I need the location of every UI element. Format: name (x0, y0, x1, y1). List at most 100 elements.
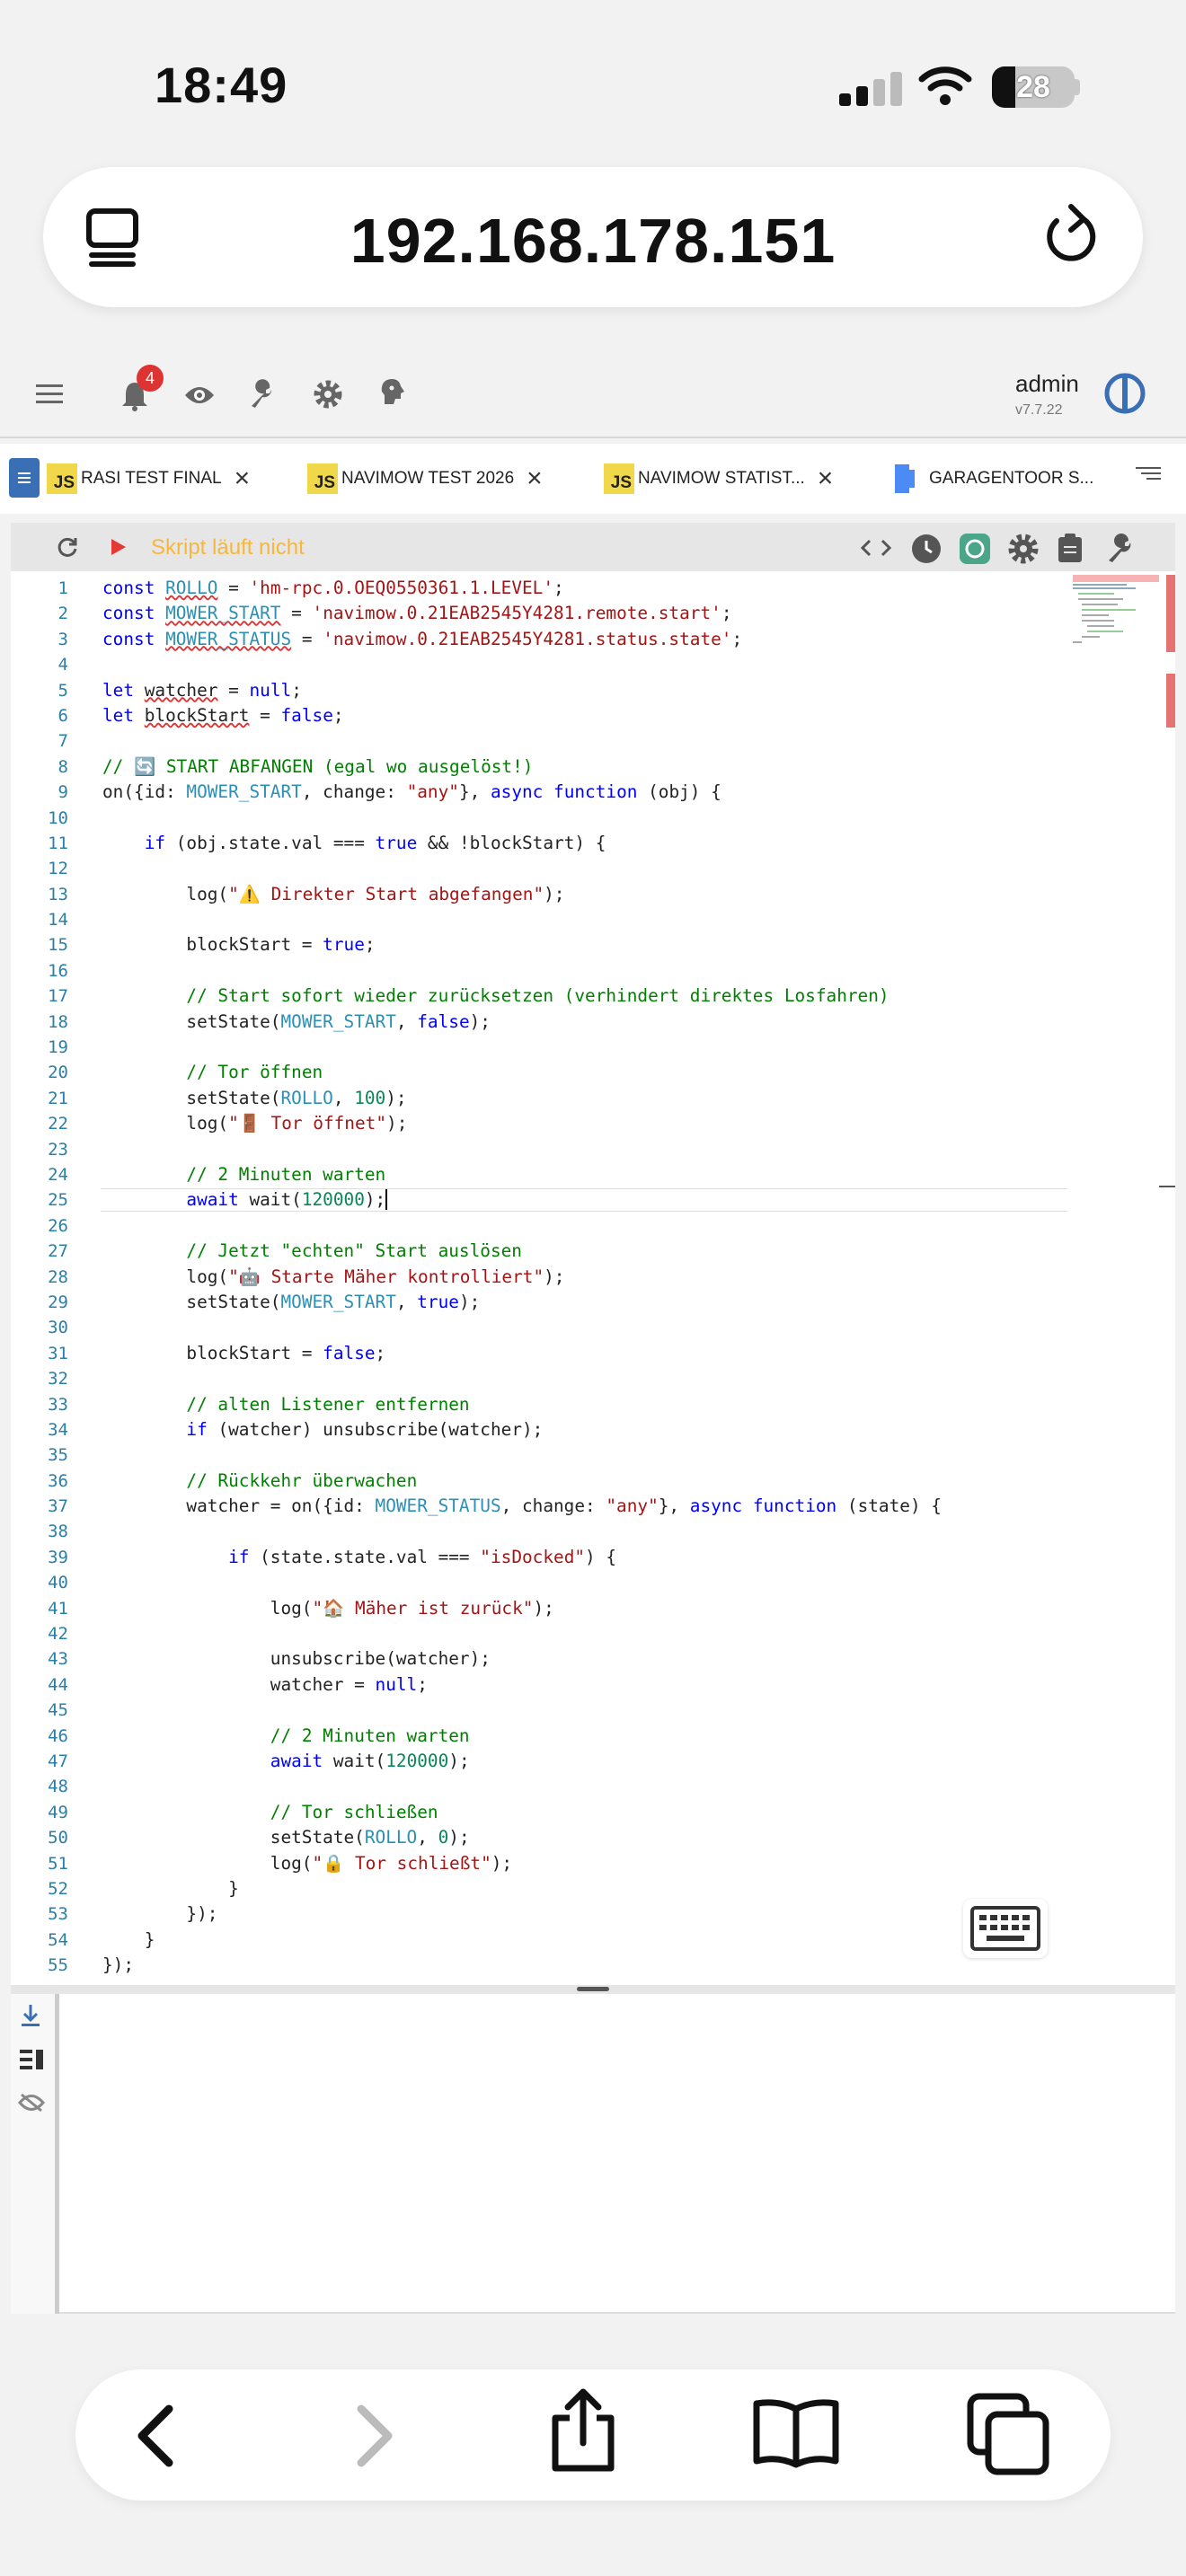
code-text[interactable]: }); (102, 1953, 134, 1978)
code-line[interactable]: 33 // alten Listener entfernen (11, 1392, 1071, 1417)
clipboard-icon[interactable] (1057, 532, 1084, 564)
code-text[interactable]: unsubscribe(watcher); (102, 1646, 491, 1672)
code-line[interactable]: 45 (11, 1698, 1071, 1723)
code-text[interactable]: log("🤖 Starte Mäher kontrolliert"); (102, 1265, 564, 1290)
code-line[interactable]: 1 const ROLLO = 'hm-rpc.0.OEQ0550361.1.LE… (11, 576, 1071, 601)
tab-menu-icon[interactable] (1136, 467, 1161, 485)
tab-garagentoor[interactable]: GARAGENTOOR S... (891, 458, 1093, 499)
code-line[interactable]: 11 if (obj.state.val === true && !blockS… (11, 831, 1071, 856)
code-line[interactable]: 13 log("⚠️ Direkter Start abgefangen"); (11, 882, 1071, 907)
code-text[interactable]: log("⚠️ Direkter Start abgefangen"); (102, 882, 564, 907)
tool-icon[interactable] (1103, 532, 1136, 564)
code-line[interactable]: 2 const MOWER_START = 'navimow.0.21EAB254… (11, 601, 1071, 626)
settings-icon[interactable] (1008, 534, 1039, 564)
code-icon[interactable] (861, 537, 891, 559)
code-line[interactable]: 30 (11, 1315, 1071, 1340)
code-line[interactable]: 15 blockStart = true; (11, 932, 1071, 957)
tab-rasi-test-final[interactable]: JS RASI TEST FINAL × (47, 458, 250, 499)
code-line[interactable]: 34 if (watcher) unsubscribe(watcher); (11, 1417, 1071, 1442)
code-line[interactable]: 41 log("🏠 Mäher ist zurück"); (11, 1596, 1071, 1621)
code-line[interactable]: 39 if (state.state.val === "isDocked") { (11, 1545, 1071, 1570)
code-line[interactable]: 46 // 2 Minuten warten (11, 1724, 1071, 1749)
chatgpt-icon[interactable] (960, 534, 990, 564)
bookmarks-icon[interactable] (751, 2396, 841, 2470)
code-line[interactable]: 22 log("🚪 Tor öffnet"); (11, 1111, 1071, 1136)
code-text[interactable]: // Tor öffnen (102, 1060, 323, 1085)
code-text[interactable]: // Rückkehr überwachen (102, 1469, 417, 1494)
eye-off-icon[interactable] (18, 2093, 45, 2113)
code-line[interactable]: 25 await wait(120000); (11, 1187, 1071, 1213)
code-line[interactable]: 24 // 2 Minuten warten (11, 1162, 1071, 1187)
code-line[interactable]: 5 let watcher = null; (11, 678, 1071, 703)
code-line[interactable]: 55}); (11, 1953, 1071, 1978)
code-text[interactable]: setState(MOWER_START, true); (102, 1290, 480, 1315)
code-line[interactable]: 21 setState(ROLLO, 100); (11, 1086, 1071, 1111)
code-line[interactable]: 4 (11, 652, 1071, 677)
reload-page-icon[interactable] (1044, 201, 1100, 266)
url-text[interactable]: 192.168.178.151 (0, 205, 1186, 277)
tab-navimow-statistik[interactable]: JS NAVIMOW STATIST... × (604, 458, 833, 499)
code-text[interactable]: setState(ROLLO, 0); (102, 1825, 470, 1850)
menu-icon[interactable] (36, 384, 63, 404)
code-line[interactable]: 53 }); (11, 1901, 1071, 1927)
code-line[interactable]: 6 let blockStart = false; (11, 703, 1071, 728)
code-line[interactable]: 8 // 🔄 START ABFANGEN (egal wo ausgelöst!… (11, 754, 1071, 780)
code-line[interactable]: 20 // Tor öffnen (11, 1060, 1071, 1085)
code-text[interactable]: // alten Listener entfernen (102, 1392, 469, 1417)
minimap[interactable] (1069, 575, 1177, 674)
code-line[interactable]: 9 on({id: MOWER_START, change: "any"}, as… (11, 780, 1071, 805)
clock-icon[interactable] (911, 534, 942, 564)
code-line[interactable]: 54 } (11, 1928, 1071, 1953)
code-line[interactable]: 32 (11, 1366, 1071, 1391)
code-text[interactable]: log("🔒 Tor schließt"); (102, 1851, 512, 1876)
code-line[interactable]: 36 // Rückkehr überwachen (11, 1469, 1071, 1494)
code-text[interactable]: let blockStart = false; (102, 703, 344, 728)
code-line[interactable]: 48 (11, 1774, 1071, 1799)
back-icon[interactable] (133, 2404, 178, 2468)
gear-icon[interactable] (313, 379, 343, 410)
close-icon[interactable]: × (818, 463, 834, 494)
code-text[interactable]: on({id: MOWER_START, change: "any"}, asy… (102, 780, 721, 805)
code-text[interactable]: } (102, 1876, 239, 1901)
code-line[interactable]: 40 (11, 1570, 1071, 1595)
share-icon[interactable] (544, 2387, 622, 2474)
code-text[interactable]: // Start sofort wieder zurücksetzen (ver… (102, 984, 889, 1009)
code-line[interactable]: 7 (11, 728, 1071, 754)
code-line[interactable]: 3 const MOWER_STATUS = 'navimow.0.21EAB25… (11, 627, 1071, 652)
log-list-icon[interactable] (20, 2050, 43, 2069)
code-line[interactable]: 28 log("🤖 Starte Mäher kontrolliert"); (11, 1265, 1071, 1290)
code-line[interactable]: 51 log("🔒 Tor schließt"); (11, 1851, 1071, 1876)
code-text[interactable]: const MOWER_START = 'navimow.0.21EAB2545… (102, 601, 732, 626)
code-line[interactable]: 44 watcher = null; (11, 1672, 1071, 1698)
ghost-icon[interactable] (379, 377, 406, 410)
code-text[interactable]: // 2 Minuten warten (102, 1162, 385, 1187)
code-line[interactable]: 19 (11, 1035, 1071, 1060)
code-text[interactable]: // Tor schließen (102, 1800, 438, 1825)
scroll-down-icon[interactable] (20, 2003, 41, 2028)
reload-icon[interactable] (56, 535, 79, 559)
eye-icon[interactable] (183, 384, 216, 406)
iobroker-logo-icon[interactable] (1103, 372, 1146, 415)
code-line[interactable]: 35 (11, 1442, 1071, 1468)
code-line[interactable]: 14 (11, 907, 1071, 932)
code-text[interactable]: // Jetzt "echten" Start auslösen (102, 1239, 522, 1264)
keyboard-icon[interactable] (963, 1899, 1048, 1958)
code-line[interactable]: 52 } (11, 1876, 1071, 1901)
code-line[interactable]: 31 blockStart = false; (11, 1341, 1071, 1366)
code-text[interactable]: log("🏠 Mäher ist zurück"); (102, 1596, 554, 1621)
code-text[interactable]: setState(ROLLO, 100); (102, 1086, 406, 1111)
code-line[interactable]: 16 (11, 958, 1071, 984)
code-text[interactable]: } (102, 1928, 155, 1953)
script-list-toggle[interactable] (9, 458, 40, 498)
code-line[interactable]: 37 watcher = on({id: MOWER_STATUS, chang… (11, 1494, 1071, 1519)
code-line[interactable]: 49 // Tor schließen (11, 1800, 1071, 1825)
code-line[interactable]: 43 unsubscribe(watcher); (11, 1646, 1071, 1672)
code-text[interactable]: await wait(120000); (102, 1749, 470, 1774)
code-text[interactable]: if (state.state.val === "isDocked") { (102, 1545, 616, 1570)
close-icon[interactable]: × (235, 463, 251, 494)
code-text[interactable]: await wait(120000); (102, 1187, 388, 1213)
code-text[interactable]: // 🔄 START ABFANGEN (egal wo ausgelöst!) (102, 754, 533, 780)
code-line[interactable]: 29 setState(MOWER_START, true); (11, 1290, 1071, 1315)
code-text[interactable]: blockStart = false; (102, 1341, 385, 1366)
code-text[interactable]: let watcher = null; (102, 678, 302, 703)
